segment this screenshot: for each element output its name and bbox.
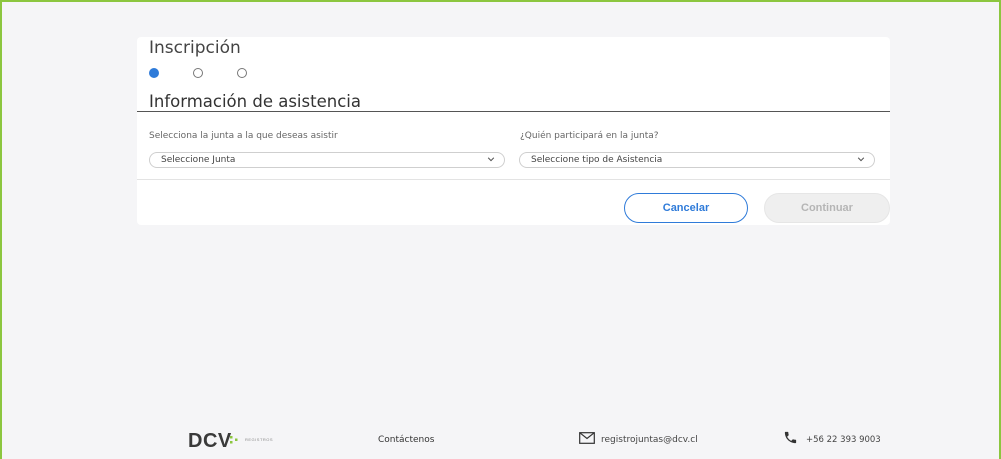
chevron-down-icon <box>857 157 865 162</box>
chevron-down-icon <box>487 157 495 162</box>
step-3-indicator <box>237 68 247 78</box>
participant-select[interactable]: Seleccione tipo de Asistencia <box>519 152 875 168</box>
contact-link[interactable]: Contáctenos <box>378 435 434 445</box>
section-title: Información de asistencia <box>149 92 361 111</box>
contact-phone[interactable]: +56 22 393 9003 <box>806 435 881 445</box>
page-frame: Inscripción Información de asistencia Se… <box>0 0 1001 459</box>
logo-dots-icon <box>230 436 238 444</box>
registration-card: Inscripción Información de asistencia Se… <box>137 37 890 225</box>
footer: DCV REGISTROS Contáctenos registrojuntas… <box>2 422 1001 457</box>
continue-button[interactable]: Continuar <box>764 193 890 223</box>
junta-label: Selecciona la junta a la que deseas asis… <box>149 131 338 141</box>
contact-email[interactable]: registrojuntas@dcv.cl <box>601 435 698 445</box>
step-2-indicator <box>193 68 203 78</box>
cancel-button[interactable]: Cancelar <box>624 193 748 223</box>
participant-select-value: Seleccione tipo de Asistencia <box>531 155 663 165</box>
page-title: Inscripción <box>149 38 241 58</box>
attendance-form: Selecciona la junta a la que deseas asis… <box>137 112 890 179</box>
envelope-icon <box>579 432 595 444</box>
step-1-indicator <box>149 68 159 78</box>
logo-subtitle: REGISTROS <box>245 437 274 442</box>
junta-select[interactable]: Seleccione Junta <box>149 152 505 168</box>
participant-label: ¿Quién participará en la junta? <box>520 131 659 141</box>
junta-select-value: Seleccione Junta <box>161 155 236 165</box>
form-separator <box>137 179 890 180</box>
phone-icon <box>784 431 797 444</box>
dcv-logo: DCV <box>188 430 232 452</box>
